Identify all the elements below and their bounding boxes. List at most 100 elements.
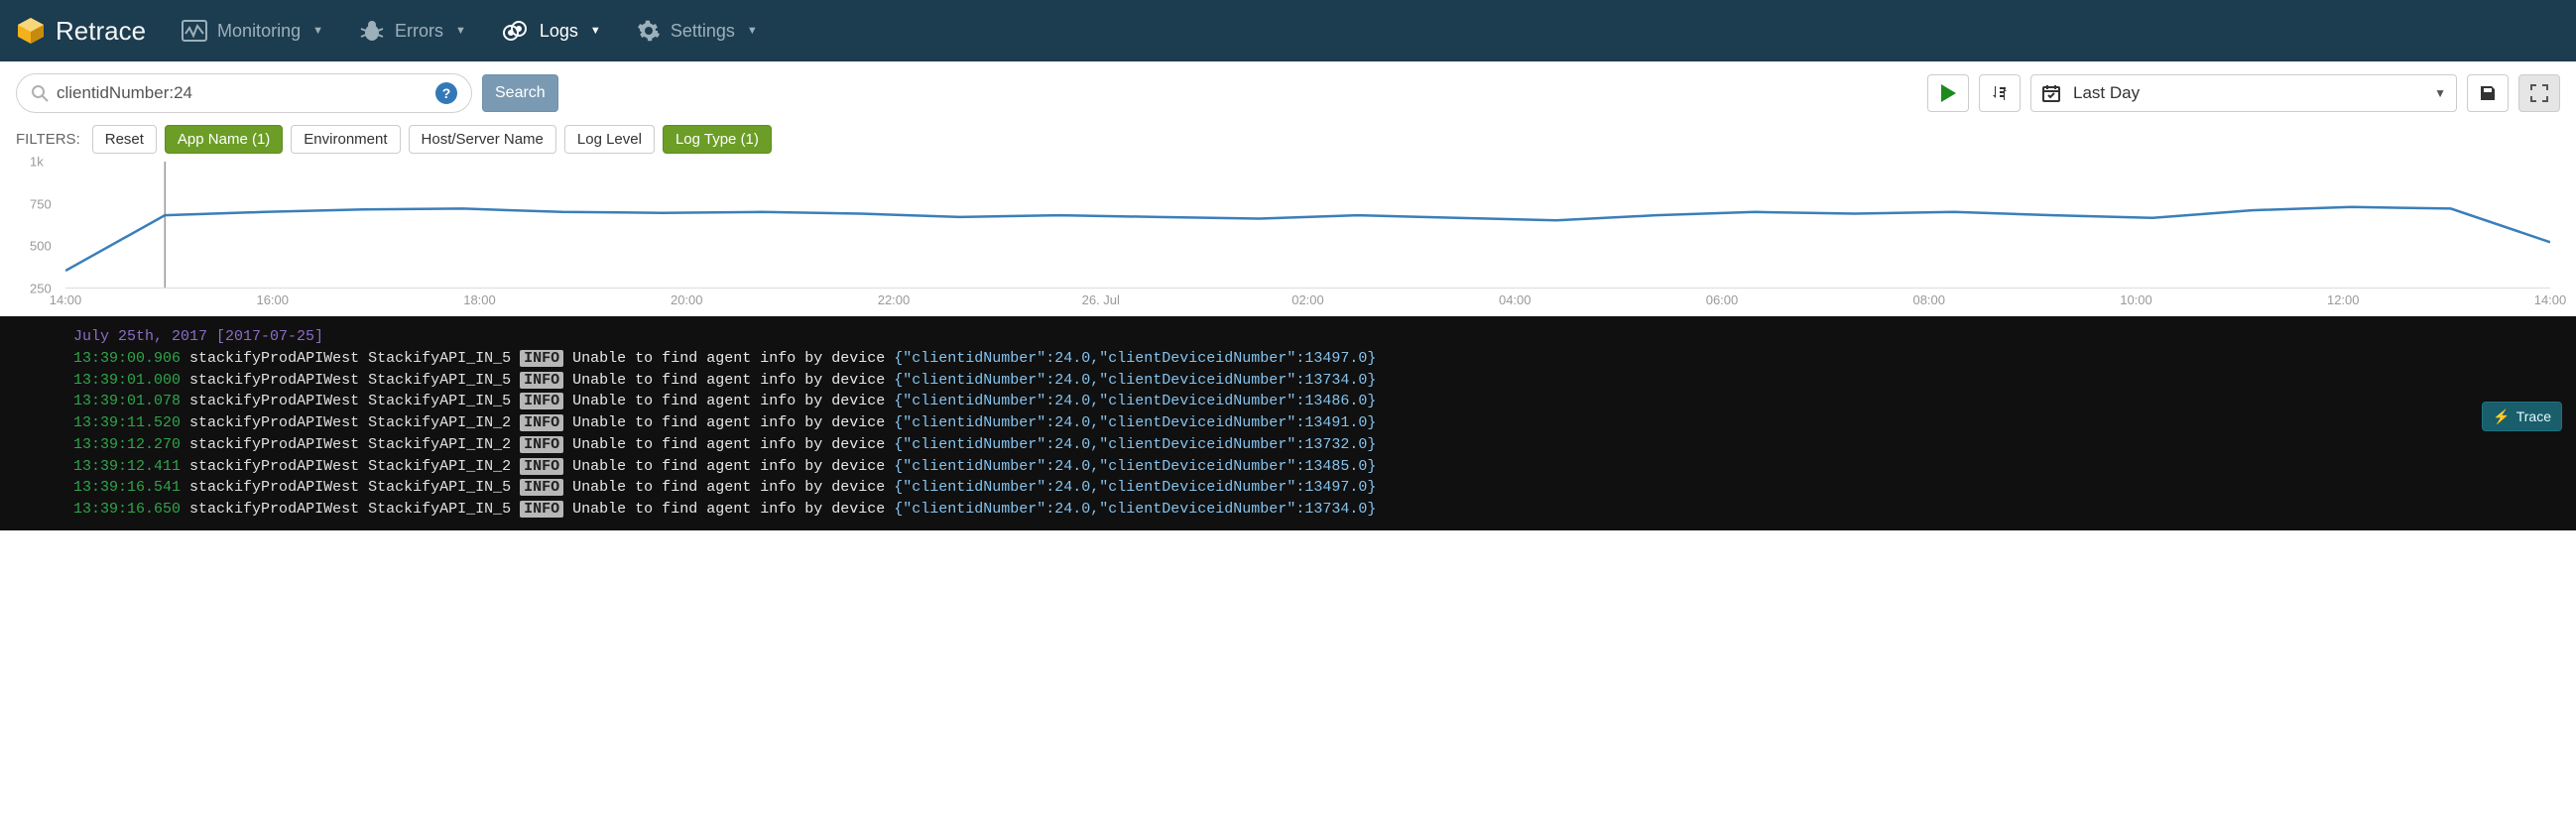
log-level-badge: INFO xyxy=(520,372,563,389)
chart-x-tick: 02:00 xyxy=(1291,292,1324,307)
chart-x-tick: 14:00 xyxy=(50,292,82,307)
chart-x-tick: 04:00 xyxy=(1499,292,1532,307)
log-env: stackifyProdAPIWest xyxy=(189,436,359,453)
nav-errors-label: Errors xyxy=(395,21,443,42)
log-message: Unable to find agent info by device xyxy=(572,479,885,496)
log-json: {"clientidNumber":24.0,"clientDeviceidNu… xyxy=(894,414,1376,431)
nav-errors[interactable]: Errors ▼ xyxy=(359,19,466,43)
chart-x-tick: 06:00 xyxy=(1706,292,1739,307)
search-input[interactable] xyxy=(49,83,435,103)
lightning-icon: ⚡ xyxy=(2493,406,2510,426)
log-message: Unable to find agent info by device xyxy=(572,501,885,518)
brand[interactable]: Retrace xyxy=(16,16,146,47)
nav-monitoring[interactable]: Monitoring ▼ xyxy=(182,20,323,42)
log-app: StackifyAPI_IN_5 xyxy=(368,479,511,496)
log-app: StackifyAPI_IN_2 xyxy=(368,414,511,431)
log-line[interactable]: 13:39:12.411 stackifyProdAPIWest Stackif… xyxy=(73,456,2576,478)
search-button[interactable]: Search xyxy=(482,74,558,112)
nav-settings[interactable]: Settings ▼ xyxy=(637,19,758,43)
calendar-icon xyxy=(2041,83,2061,103)
chart-y-tick: 250 xyxy=(30,282,52,296)
log-line[interactable]: 13:39:01.000 stackifyProdAPIWest Stackif… xyxy=(73,370,2576,392)
fullscreen-button[interactable] xyxy=(2518,74,2560,112)
bug-icon xyxy=(359,19,385,43)
log-app: StackifyAPI_IN_5 xyxy=(368,501,511,518)
chart-x-tick: 22:00 xyxy=(878,292,911,307)
log-json: {"clientidNumber":24.0,"clientDeviceidNu… xyxy=(894,501,1376,518)
log-env: stackifyProdAPIWest xyxy=(189,372,359,389)
monitoring-icon xyxy=(182,20,207,42)
log-app: StackifyAPI_IN_5 xyxy=(368,372,511,389)
filter-environment[interactable]: Environment xyxy=(291,125,400,154)
chevron-down-icon: ▼ xyxy=(312,25,323,37)
play-icon xyxy=(1941,84,1956,102)
log-app: StackifyAPI_IN_2 xyxy=(368,436,511,453)
save-icon xyxy=(2478,83,2498,103)
logs-icon xyxy=(502,19,530,43)
expand-icon xyxy=(2529,83,2549,103)
chart-x-tick: 26. Jul xyxy=(1082,292,1120,307)
log-timestamp: 13:39:01.078 xyxy=(73,393,181,409)
trace-button[interactable]: ⚡ Trace xyxy=(2482,402,2562,431)
log-json: {"clientidNumber":24.0,"clientDeviceidNu… xyxy=(894,372,1376,389)
nav-monitoring-label: Monitoring xyxy=(217,21,301,42)
log-level-badge: INFO xyxy=(520,350,563,367)
log-message: Unable to find agent info by device xyxy=(572,458,885,475)
brand-name: Retrace xyxy=(56,16,146,47)
chart-y-tick: 500 xyxy=(30,239,52,254)
log-app: StackifyAPI_IN_5 xyxy=(368,350,511,367)
log-level-badge: INFO xyxy=(520,501,563,518)
log-env: stackifyProdAPIWest xyxy=(189,479,359,496)
log-level-badge: INFO xyxy=(520,436,563,453)
log-line[interactable]: 13:39:00.906 stackifyProdAPIWest Stackif… xyxy=(73,348,2576,370)
chart-x-tick: 14:00 xyxy=(2534,292,2567,307)
log-message: Unable to find agent info by device xyxy=(572,436,885,453)
log-json: {"clientidNumber":24.0,"clientDeviceidNu… xyxy=(894,393,1376,409)
nav-logs[interactable]: Logs ▼ xyxy=(502,19,601,43)
sort-icon xyxy=(1990,83,2010,103)
chart-x-tick: 18:00 xyxy=(463,292,496,307)
log-line[interactable]: 13:39:16.541 stackifyProdAPIWest Stackif… xyxy=(73,477,2576,499)
filters-label: FILTERS: xyxy=(16,131,80,148)
chart-x-tick: 16:00 xyxy=(256,292,289,307)
play-button[interactable] xyxy=(1927,74,1969,112)
log-line[interactable]: 13:39:01.078 stackifyProdAPIWest Stackif… xyxy=(73,391,2576,412)
log-level-badge: INFO xyxy=(520,393,563,409)
chart-x-tick: 12:00 xyxy=(2327,292,2360,307)
log-message: Unable to find agent info by device xyxy=(572,372,885,389)
brand-logo-icon xyxy=(16,16,46,46)
log-app: StackifyAPI_IN_2 xyxy=(368,458,511,475)
chevron-down-icon: ▼ xyxy=(590,25,601,37)
log-level-badge: INFO xyxy=(520,458,563,475)
timerange-select[interactable]: Last Day ▼ xyxy=(2030,74,2457,112)
chart-y-tick: 750 xyxy=(30,196,52,211)
log-message: Unable to find agent info by device xyxy=(572,393,885,409)
log-json: {"clientidNumber":24.0,"clientDeviceidNu… xyxy=(894,458,1376,475)
log-app: StackifyAPI_IN_5 xyxy=(368,393,511,409)
log-json: {"clientidNumber":24.0,"clientDeviceidNu… xyxy=(894,350,1376,367)
sort-button[interactable] xyxy=(1979,74,2021,112)
chart: 2505007501k14:0016:0018:0020:0022:0026. … xyxy=(0,162,2576,316)
log-timestamp: 13:39:01.000 xyxy=(73,372,181,389)
log-line[interactable]: 13:39:16.650 stackifyProdAPIWest Stackif… xyxy=(73,499,2576,521)
log-date-header: July 25th, 2017 [2017-07-25] xyxy=(73,326,2576,348)
save-button[interactable] xyxy=(2467,74,2509,112)
search-box[interactable]: ? xyxy=(16,73,472,113)
chart-plot[interactable] xyxy=(65,162,2550,289)
timerange-label: Last Day xyxy=(2073,83,2140,103)
log-message: Unable to find agent info by device xyxy=(572,414,885,431)
chart-y-tick: 1k xyxy=(30,155,44,170)
filter-log-level[interactable]: Log Level xyxy=(564,125,655,154)
filter-log-type[interactable]: Log Type (1) xyxy=(663,125,772,154)
filter-row: FILTERS: Reset App Name (1) Environment … xyxy=(0,125,2576,162)
log-line[interactable]: 13:39:12.270 stackifyProdAPIWest Stackif… xyxy=(73,434,2576,456)
chevron-down-icon: ▼ xyxy=(2434,86,2446,100)
log-pane[interactable]: July 25th, 2017 [2017-07-25] 13:39:00.90… xyxy=(0,316,2576,530)
help-icon[interactable]: ? xyxy=(435,82,457,104)
filter-app-name[interactable]: App Name (1) xyxy=(165,125,283,154)
filter-reset[interactable]: Reset xyxy=(92,125,157,154)
nav-settings-label: Settings xyxy=(671,21,735,42)
log-env: stackifyProdAPIWest xyxy=(189,414,359,431)
filter-host[interactable]: Host/Server Name xyxy=(409,125,556,154)
log-line[interactable]: 13:39:11.520 stackifyProdAPIWest Stackif… xyxy=(73,412,2576,434)
